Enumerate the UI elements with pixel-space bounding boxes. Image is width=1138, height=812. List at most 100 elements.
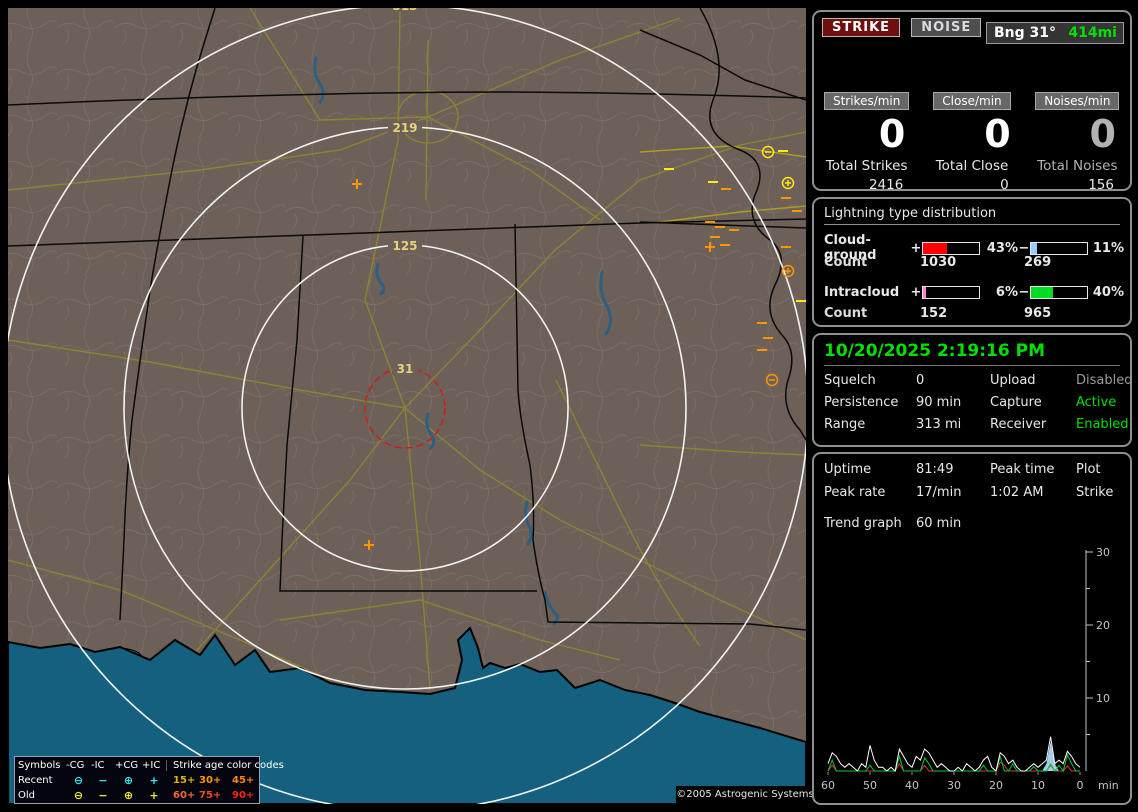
cg-positive-bar [922, 242, 980, 255]
noises-per-min-column: Noises/min 0 Total Noises 156 [1031, 92, 1124, 193]
legend-grid: Symbols-CG-IC+CG+ICStrike age color code… [15, 757, 259, 803]
ic-negative-count: 965 [1024, 306, 1130, 322]
x-tick-label: 30 [947, 779, 961, 792]
legend-column--CG: -CG [66, 760, 91, 771]
legend-symbol--IC: − [91, 790, 115, 801]
minus-sign: − [1018, 241, 1030, 256]
legend-age-60+: 60+ [166, 790, 199, 801]
cg-negative-pct: 11% [1088, 241, 1124, 256]
total-noises-value: 156 [1031, 177, 1124, 193]
ring-label-219: 219 [392, 121, 417, 135]
intracloud-counts: Count 152 965 [824, 306, 1130, 322]
ring-label-125: 125 [392, 239, 417, 253]
ic-positive-bar [922, 286, 980, 299]
x-tick-label: 60 [821, 779, 835, 792]
bearing-label: Bng 31° [987, 25, 1056, 41]
legend-symbol-+CG: ⊕ [115, 790, 142, 801]
upload-label: Upload [990, 373, 1076, 388]
total-close-label: Total Close [925, 158, 1018, 174]
x-tick-label: 40 [905, 779, 919, 792]
ic-positive-count: 152 [920, 306, 1024, 322]
plot-value: Strike [1076, 485, 1130, 500]
series-ic [828, 755, 1080, 771]
legend-age-title: Strike age color codes [166, 760, 262, 771]
legend-row-label: Recent [18, 775, 66, 786]
upload-value: Disabled [1076, 373, 1132, 388]
close-per-min-column: Close/min 0 Total Close 0 [925, 92, 1018, 193]
total-strikes-label: Total Strikes [820, 158, 913, 174]
close-per-min-label[interactable]: Close/min [933, 92, 1010, 110]
intracloud-label: Intracloud [824, 285, 910, 300]
plus-sign: + [910, 285, 922, 300]
minus-sign: − [1018, 285, 1030, 300]
stats-box: Uptime 81:49 Peak time Plot Peak rate 17… [812, 452, 1132, 805]
trend-graph-value: 60 min [916, 516, 990, 531]
capture-value: Active [1076, 395, 1130, 410]
legend-age-90+: 90+ [232, 790, 262, 801]
legend-age-75+: 75+ [199, 790, 232, 801]
count-label: Count [824, 306, 920, 322]
trend-graph: 1020306050403020100min [820, 541, 1130, 801]
x-tick-label: 50 [863, 779, 877, 792]
distribution-title: Lightning type distribution [824, 206, 1120, 225]
strikes-per-min-column: Strikes/min 0 Total Strikes 2416 [820, 92, 913, 193]
legend-column-+CG: +CG [115, 760, 142, 771]
strike-button[interactable]: STRIKE [822, 18, 900, 37]
cloud-ground-row: Cloud-ground + 43% − 11% [824, 233, 1130, 249]
peak-rate-value: 17/min [916, 485, 990, 500]
uptime-value: 81:49 [916, 462, 990, 477]
status-row: Range 313 mi Receiver Enabled [824, 417, 1130, 432]
legend-symbol--CG: ⊖ [66, 790, 91, 801]
stats-row: Uptime 81:49 Peak time Plot [824, 462, 1130, 477]
rate-counters: Strikes/min 0 Total Strikes 2416 Close/m… [820, 92, 1124, 193]
cg-negative-bar [1030, 242, 1088, 255]
map-area[interactable]: 31321912531 ©2005 Astrogenic Systems [8, 8, 806, 804]
receiver-label: Receiver [990, 417, 1076, 432]
peak-time-label: Peak time [990, 462, 1076, 477]
legend-symbol-+IC: + [142, 790, 166, 801]
noises-per-min-label[interactable]: Noises/min [1035, 92, 1119, 110]
legend-symbol-+CG: ⊕ [115, 775, 142, 786]
capture-label: Capture [990, 395, 1076, 410]
copyright-text: ©2005 Astrogenic Systems [676, 786, 814, 804]
legend-age-15+: 15+ [166, 775, 199, 786]
cg-positive-pct: 43% [980, 241, 1018, 256]
legend-symbols-title: Symbols [18, 760, 66, 771]
x-tick-label: 0 [1077, 779, 1084, 792]
trend-graph-label: Trend graph [824, 516, 916, 531]
stats-row: Peak rate 17/min 1:02 AM Strike [824, 485, 1130, 500]
ring-label-31: 31 [397, 362, 414, 376]
legend-age-45+: 45+ [232, 775, 262, 786]
range-label: Range [824, 417, 916, 432]
x-tick-label: 20 [989, 779, 1003, 792]
legend-row-label: Old [18, 790, 66, 801]
cloud-ground-counts: Count 1030 269 [824, 255, 1130, 271]
ic-negative-bar [1030, 286, 1088, 299]
noise-button[interactable]: NOISE [911, 18, 981, 37]
ic-negative-pct: 40% [1088, 285, 1124, 300]
legend-column-+IC: +IC [142, 760, 166, 771]
cg-negative-count: 269 [1024, 255, 1130, 271]
persistence-label: Persistence [824, 395, 916, 410]
counters-box: STRIKE NOISE Bng 31° 414mi Strikes/min 0… [812, 10, 1132, 191]
range-value: 313 mi [916, 417, 990, 432]
distribution-box: Lightning type distribution Cloud-ground… [812, 197, 1132, 327]
ring-label-313: 313 [392, 8, 417, 13]
status-box: 10/20/2025 2:19:16 PM Squelch 0 Upload D… [812, 333, 1132, 447]
lightning-map[interactable]: 313 219 125 31 [8, 8, 806, 804]
noises-per-min-value: 0 [1031, 112, 1124, 156]
total-close-value: 0 [925, 177, 1018, 193]
bearing-distance: 414mi [1068, 23, 1123, 43]
total-noises-label: Total Noises [1031, 158, 1124, 174]
bearing-box: Bng 31° 414mi [986, 22, 1124, 44]
status-row: Persistence 90 min Capture Active [824, 395, 1130, 410]
x-tick-label: 10 [1031, 779, 1045, 792]
total-strikes-value: 2416 [820, 177, 913, 193]
status-row: Squelch 0 Upload Disabled [824, 373, 1130, 388]
count-label: Count [824, 255, 920, 271]
trend-graph-row: Trend graph 60 min [824, 516, 1130, 531]
plot-label: Plot [1076, 462, 1130, 477]
intracloud-row: Intracloud + 6% − 40% [824, 284, 1130, 300]
legend-symbol-+IC: + [142, 775, 166, 786]
strikes-per-min-label[interactable]: Strikes/min [824, 92, 909, 110]
